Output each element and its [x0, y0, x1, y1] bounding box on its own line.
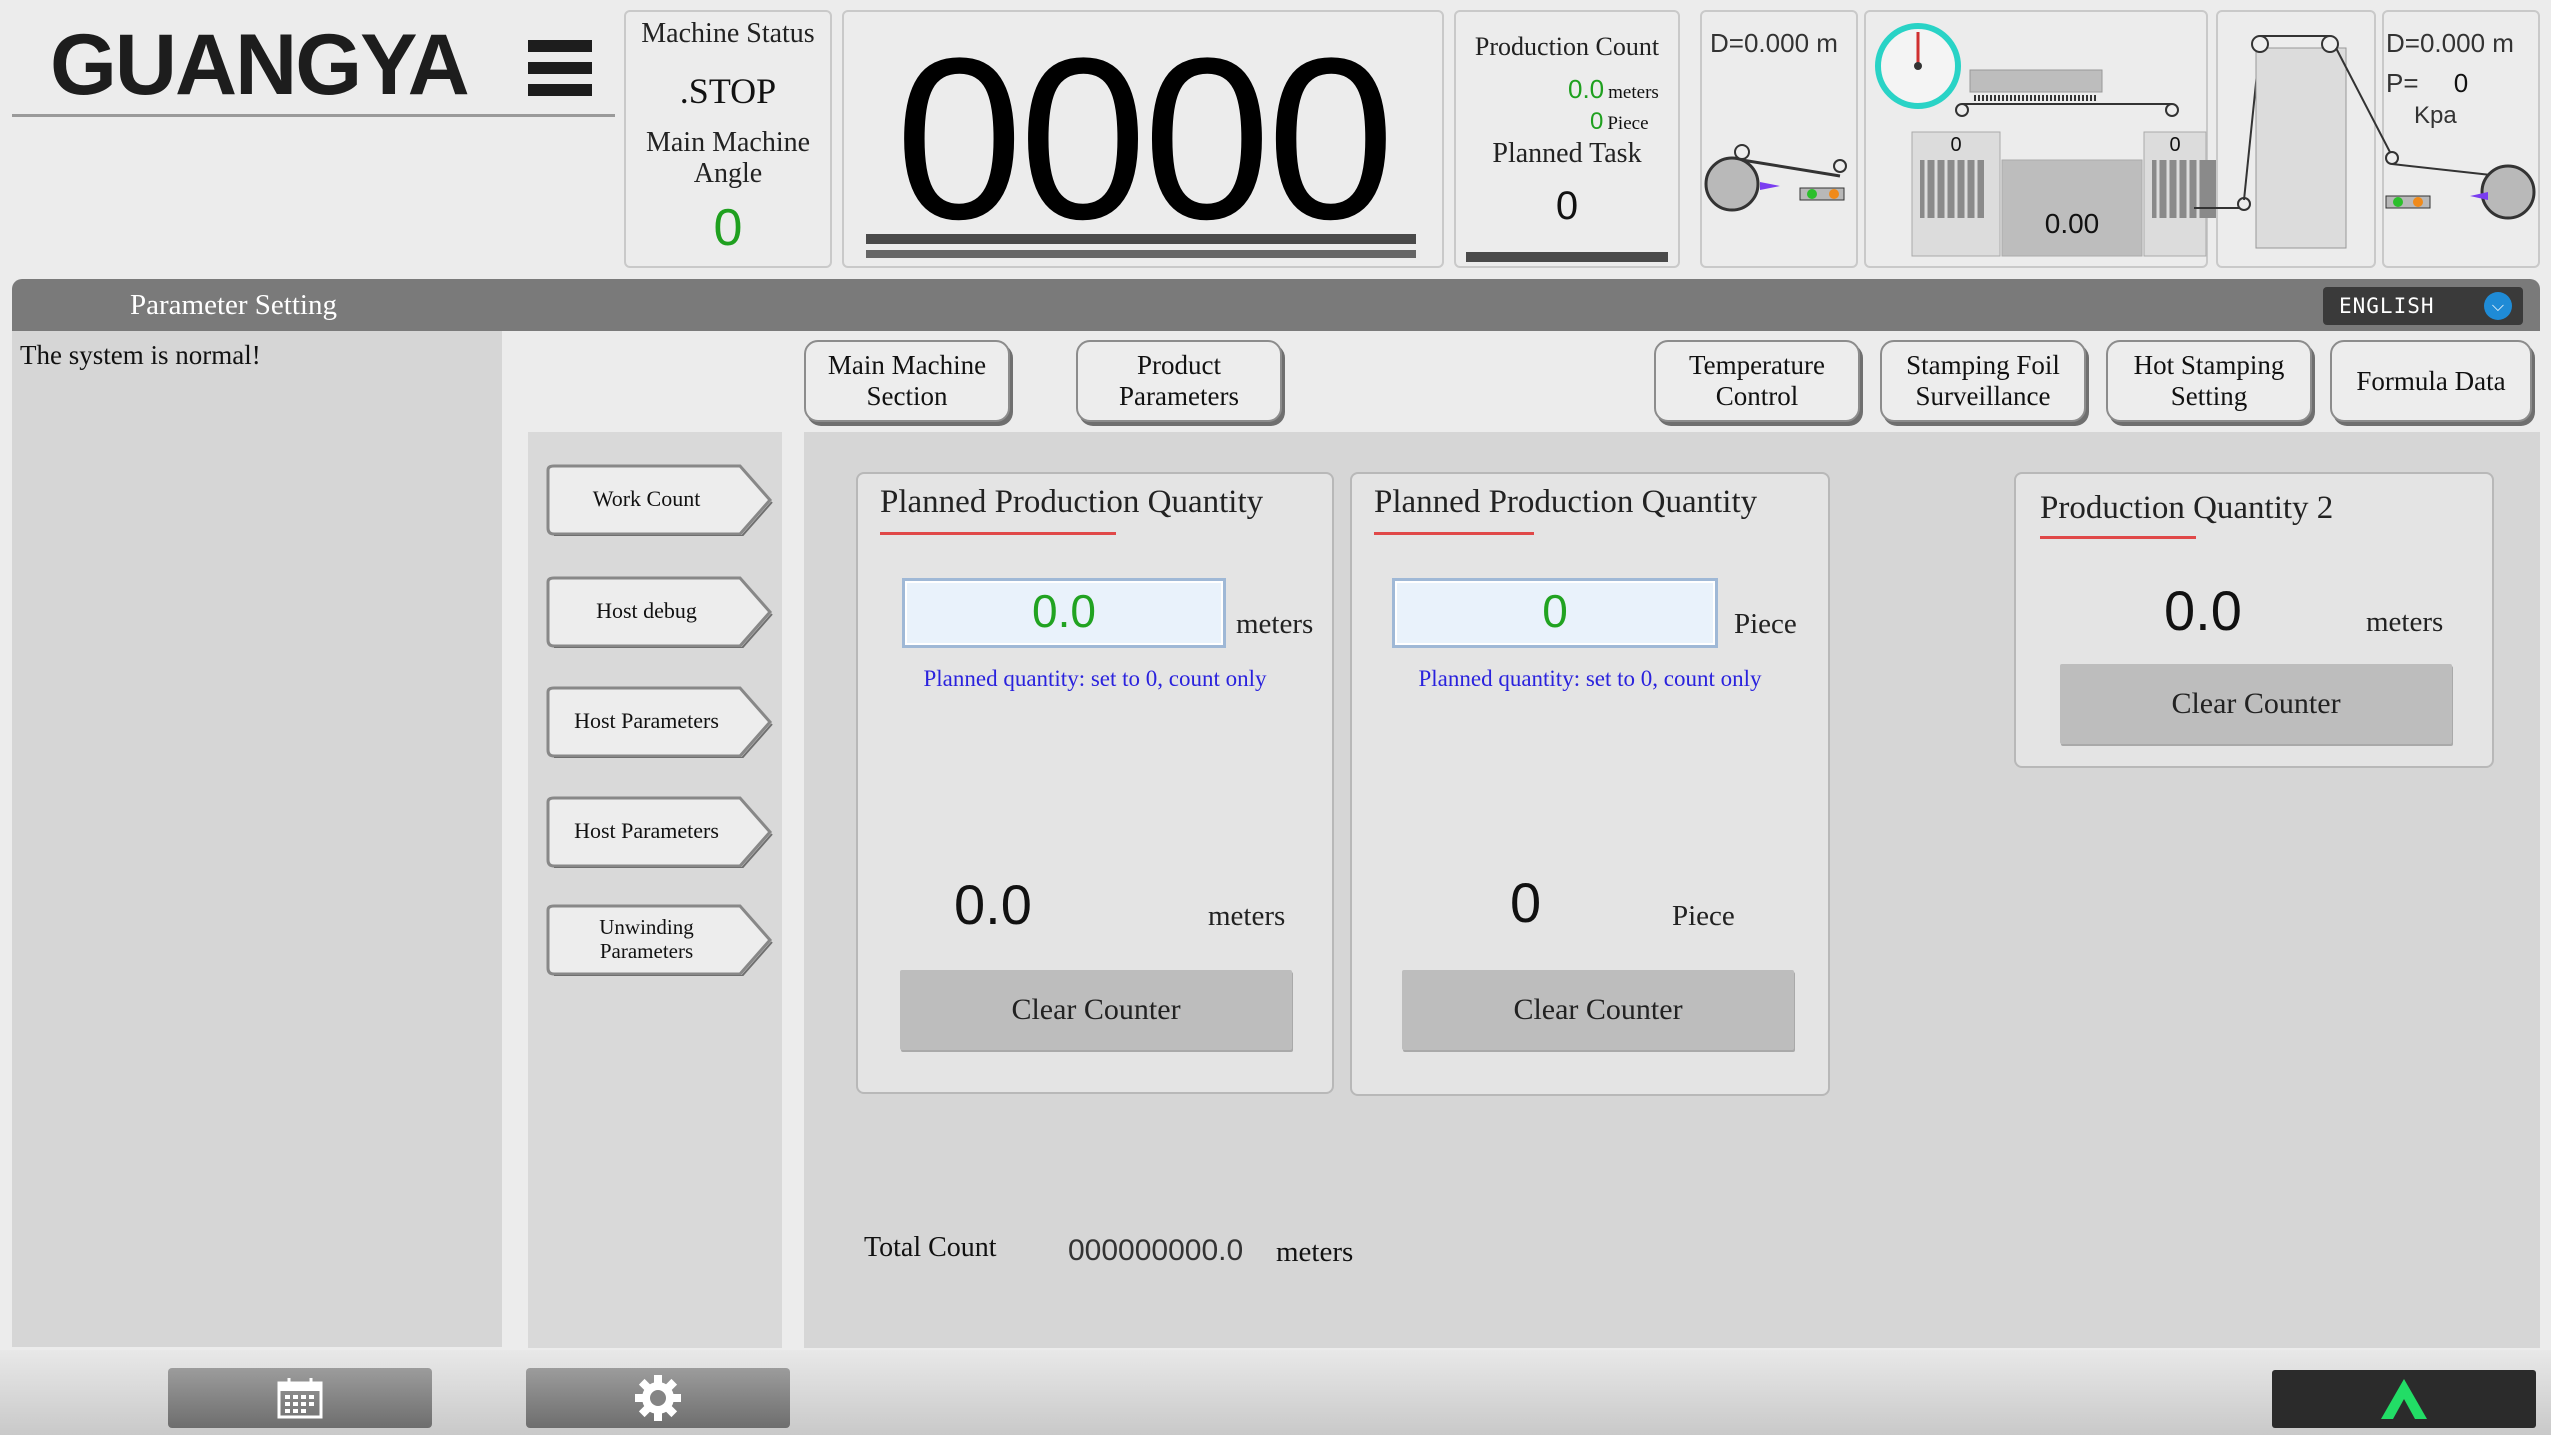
- collapse-toggle-button[interactable]: [2272, 1370, 2536, 1428]
- machine-status-value: .STOP: [679, 71, 777, 111]
- production-meters-unit: meters: [1608, 82, 1659, 103]
- system-status-message: The system is normal!: [20, 340, 261, 370]
- card-title: Production Quantity 2: [2040, 490, 2334, 526]
- rewinder-diameter-unit: m: [2492, 28, 2514, 58]
- counter-progress-bar: [866, 234, 1416, 244]
- side-menu: [528, 432, 782, 1348]
- right-heater-value: 0: [2169, 134, 2181, 156]
- tab-hot-stamping-setting[interactable]: Hot Stamping Setting: [2106, 340, 2312, 422]
- settings-button[interactable]: [526, 1368, 790, 1428]
- production-quantity-2-value: 0.0: [2164, 579, 2242, 642]
- planned-meters-hint: Planned quantity: set to 0, count only: [923, 666, 1267, 691]
- produced-meters-value: 0.0: [954, 873, 1032, 936]
- planned-quantity-meters-card: Planned Production Quantity 0.0 meters P…: [856, 472, 1334, 1094]
- production-piece-value: 0: [1590, 108, 1604, 135]
- production-count-panel: Production Count 0.0 meters 0 Piece Plan…: [1454, 10, 1680, 268]
- production-quantity-2-unit: meters: [2366, 606, 2444, 638]
- clear-counter-button[interactable]: Clear Counter: [2060, 664, 2452, 744]
- produced-piece-unit: Piece: [1672, 900, 1735, 932]
- side-item-work-count-label: Work Count: [592, 486, 701, 511]
- tab-hot-stamping-setting-label: Hot Stamping Setting: [2133, 350, 2285, 411]
- side-item-host-parameters-2-label: Host Parameters: [574, 818, 719, 843]
- planned-meters-input[interactable]: 0.0: [902, 578, 1226, 648]
- side-item-host-parameters-1-label: Host Parameters: [574, 708, 719, 733]
- production-meters-row: 0.0 meters: [1568, 74, 1678, 105]
- side-item-unwinding-parameters-label: Unwinding Parameters: [599, 915, 694, 963]
- production-quantity-2-card: Production Quantity 2 0.0 meters Clear C…: [2014, 472, 2494, 768]
- planned-task-bar: [1466, 252, 1668, 262]
- side-item-host-debug-label: Host debug: [596, 598, 697, 623]
- pressure-prefix: P=: [2386, 68, 2419, 98]
- card-title-underline: [880, 532, 1116, 535]
- card-title-underline: [1374, 532, 1534, 535]
- production-piece-unit: Piece: [1607, 113, 1649, 134]
- side-item-work-count[interactable]: Work Count: [544, 464, 774, 536]
- status-pane: [12, 331, 502, 1347]
- tab-main-machine-section[interactable]: Main Machine Section: [804, 340, 1010, 422]
- side-item-host-parameters-1[interactable]: Host Parameters: [544, 686, 774, 758]
- planned-piece-input-unit: Piece: [1734, 608, 1797, 640]
- rewinder-diameter-value: 0.000: [2419, 28, 2486, 58]
- planned-piece-input[interactable]: 0: [1392, 578, 1718, 648]
- gear-icon: [635, 1375, 681, 1421]
- produced-piece-value: 0: [1510, 871, 1542, 934]
- tab-stamping-foil-surveillance[interactable]: Stamping Foil Surveillance: [1880, 340, 2086, 422]
- planned-task-value: 0: [1555, 184, 1579, 228]
- tab-product-parameters[interactable]: Product Parameters: [1076, 340, 1282, 422]
- production-meters-value: 0.0: [1568, 74, 1605, 104]
- counter-progress-bar-2: [866, 250, 1416, 258]
- left-heater-value: 0: [1950, 134, 1962, 156]
- pressure-value: 0: [2453, 68, 2469, 98]
- card-title-underline: [2040, 536, 2196, 539]
- calendar-icon: [277, 1378, 323, 1419]
- up-chevron-icon: [2381, 1379, 2427, 1419]
- pressure-unit: Kpa: [2414, 102, 2457, 129]
- tab-formula-data[interactable]: Formula Data: [2330, 340, 2532, 422]
- tab-stamping-foil-surveillance-label: Stamping Foil Surveillance: [1906, 350, 2060, 411]
- machine-diagram: D=0.000 m 0 0 0.00 D=0.000 m P= 0 Kpa: [1700, 10, 2540, 268]
- rewinder-diameter: D=0.000 m: [2386, 28, 2514, 59]
- production-count-label: Production Count: [1474, 32, 1660, 61]
- center-heater-value: 0.00: [2044, 208, 2100, 239]
- main-machine-angle-value: 0: [713, 199, 743, 257]
- tab-temperature-control-label: Temperature Control: [1688, 350, 1826, 411]
- planned-meters-input-unit: meters: [1236, 608, 1314, 640]
- card-title: Planned Production Quantity: [1374, 484, 1758, 520]
- tab-product-parameters-label: Product Parameters: [1119, 350, 1239, 411]
- side-item-unwinding-parameters[interactable]: Unwinding Parameters: [544, 904, 774, 976]
- big-counter-panel: 0000: [842, 10, 1444, 268]
- tab-main-machine-section-label: Main Machine Section: [827, 350, 987, 411]
- brand-logo: GUANGYA: [20, 10, 620, 120]
- clear-counter-button[interactable]: Clear Counter: [1402, 970, 1794, 1050]
- total-count-unit: meters: [1276, 1236, 1354, 1268]
- planned-task-label: Planned Task: [1492, 138, 1642, 169]
- page-title: Parameter Setting: [130, 289, 337, 321]
- production-piece-row: 0 Piece: [1590, 108, 1680, 136]
- side-item-host-parameters-2[interactable]: Host Parameters: [544, 796, 774, 868]
- pressure-readout: P= 0 Kpa: [2386, 68, 2536, 130]
- logo-bars: [528, 40, 592, 96]
- planned-piece-hint: Planned quantity: set to 0, count only: [1418, 666, 1762, 691]
- main-machine-angle-label: Main Machine Angle: [645, 127, 811, 189]
- chevron-down-icon[interactable]: ⌵: [2484, 292, 2512, 320]
- rewinder-diameter-prefix: D=: [2386, 28, 2420, 58]
- clear-counter-button[interactable]: Clear Counter: [900, 970, 1292, 1050]
- calendar-button[interactable]: [168, 1368, 432, 1428]
- tab-temperature-control[interactable]: Temperature Control: [1654, 340, 1860, 422]
- total-count-label: Total Count: [864, 1232, 997, 1263]
- logo-divider: [12, 114, 615, 117]
- card-title: Planned Production Quantity: [880, 484, 1264, 520]
- machine-status-label: Machine Status: [641, 18, 815, 49]
- tab-formula-data-label: Formula Data: [2356, 365, 2506, 396]
- big-counter-display: 0000: [895, 10, 1395, 267]
- planned-quantity-piece-card: Planned Production Quantity 0 Piece Plan…: [1350, 472, 1830, 1096]
- machine-status-panel: Machine Status .STOP Main Machine Angle …: [624, 10, 832, 268]
- total-count-value: 000000000.0: [1068, 1234, 1244, 1267]
- parameter-header-bar: [12, 279, 2540, 331]
- produced-meters-unit: meters: [1208, 900, 1286, 932]
- side-item-host-debug[interactable]: Host debug: [544, 576, 774, 648]
